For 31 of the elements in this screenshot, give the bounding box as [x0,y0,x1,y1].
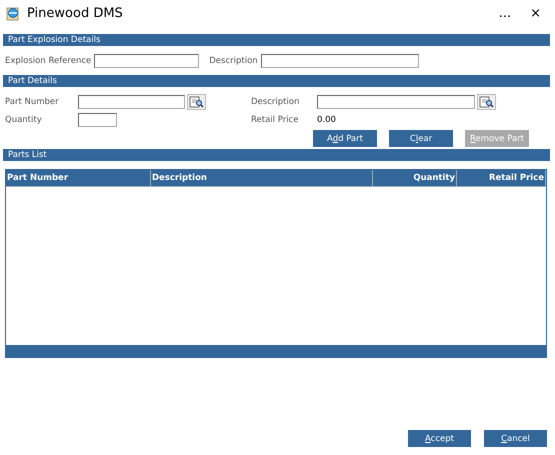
window-title: Pinewood DMS [27,6,124,20]
column-header[interactable]: Quantity [373,170,457,186]
field-label: Explosion Reference [5,56,92,66]
search-icon [189,96,204,108]
input-field[interactable] [317,94,475,108]
app-icon [6,6,20,20]
input-field[interactable] [260,54,419,68]
close-button[interactable]: × [524,6,547,20]
action-button[interactable]: Add Part [313,130,377,147]
field-label: Retail Price [251,115,300,125]
dialog-button[interactable]: Accept [408,430,471,447]
input-field[interactable] [94,54,200,68]
input-field[interactable] [78,94,185,108]
field-label: Quantity [5,115,43,125]
dialog-button[interactable]: Cancel [484,430,547,447]
section-header: Part Details [3,75,550,87]
lookup-button[interactable] [477,94,496,110]
input-field[interactable] [78,113,117,127]
column-header[interactable]: Description [151,170,373,186]
field-label: Description [251,96,300,106]
column-header[interactable]: Part Number [6,170,151,186]
retail-price-value: 0.00 [317,115,336,125]
field-label: Description [209,56,258,66]
lookup-button[interactable] [187,94,206,110]
column-header[interactable]: Retail Price [457,170,546,186]
field-label: Part Number [5,96,60,106]
action-button[interactable]: Clear [389,130,453,147]
section-header: Part Explosion Details [3,34,550,46]
more-button[interactable]: ... [492,6,518,20]
search-icon [479,96,494,108]
section-header: Parts List [3,149,550,161]
